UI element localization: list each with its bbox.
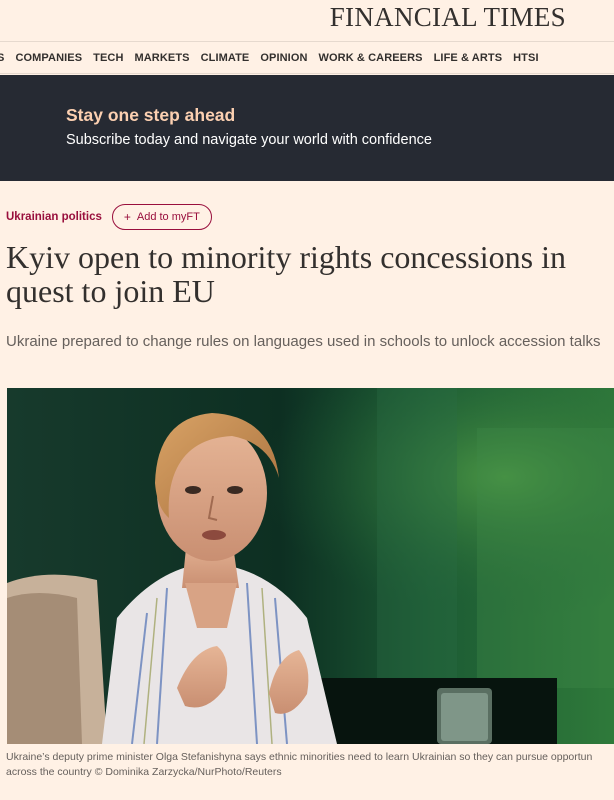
caption-line-2: across the country © Dominika Zarzycka/N… (6, 766, 282, 778)
headline-line-1: Kyiv open to minority rights concessions… (6, 239, 566, 275)
hero-image (7, 388, 614, 744)
ft-logo-link[interactable]: FINANCIAL TIMES (330, 2, 566, 33)
add-to-myft-label: Add to myFT (136, 211, 200, 223)
subscribe-banner[interactable]: Stay one step ahead Subscribe today and … (0, 75, 614, 181)
nav-item-life-arts[interactable]: LIFE & ARTS (434, 52, 503, 64)
nav-item-opinion[interactable]: OPINION (260, 52, 307, 64)
banner-subtitle: Subscribe today and navigate your world … (66, 132, 432, 148)
nav-item-tech[interactable]: TECH (93, 52, 123, 64)
nav-item-companies[interactable]: COMPANIES (15, 52, 82, 64)
topic-row: Ukrainian politics + Add to myFT (6, 204, 212, 230)
masthead: FINANCIAL TIMES (0, 0, 614, 42)
add-to-myft-button[interactable]: + Add to myFT (111, 204, 212, 230)
plus-icon: + (123, 210, 131, 224)
section-nav: S COMPANIES TECH MARKETS CLIMATE OPINION… (0, 42, 614, 74)
nav-item-htsi[interactable]: HTSI (513, 52, 538, 64)
nav-item-partial[interactable]: S (0, 52, 4, 64)
topic-link[interactable]: Ukrainian politics (6, 211, 102, 223)
headline-line-2: quest to join EU (6, 273, 215, 309)
image-caption: Ukraine’s deputy prime minister Olga Ste… (6, 750, 614, 780)
hero-photo-illustration (7, 388, 614, 744)
nav-item-markets[interactable]: MARKETS (135, 52, 190, 64)
nav-item-climate[interactable]: CLIMATE (201, 52, 250, 64)
caption-line-1: Ukraine’s deputy prime minister Olga Ste… (6, 751, 593, 763)
banner-title: Stay one step ahead (66, 105, 236, 125)
article-headline: Kyiv open to minority rights concessions… (6, 240, 606, 308)
article-standfirst: Ukraine prepared to change rules on lang… (6, 333, 601, 350)
nav-item-work-careers[interactable]: WORK & CAREERS (319, 52, 423, 64)
article-page: FINANCIAL TIMES S COMPANIES TECH MARKETS… (0, 0, 614, 800)
